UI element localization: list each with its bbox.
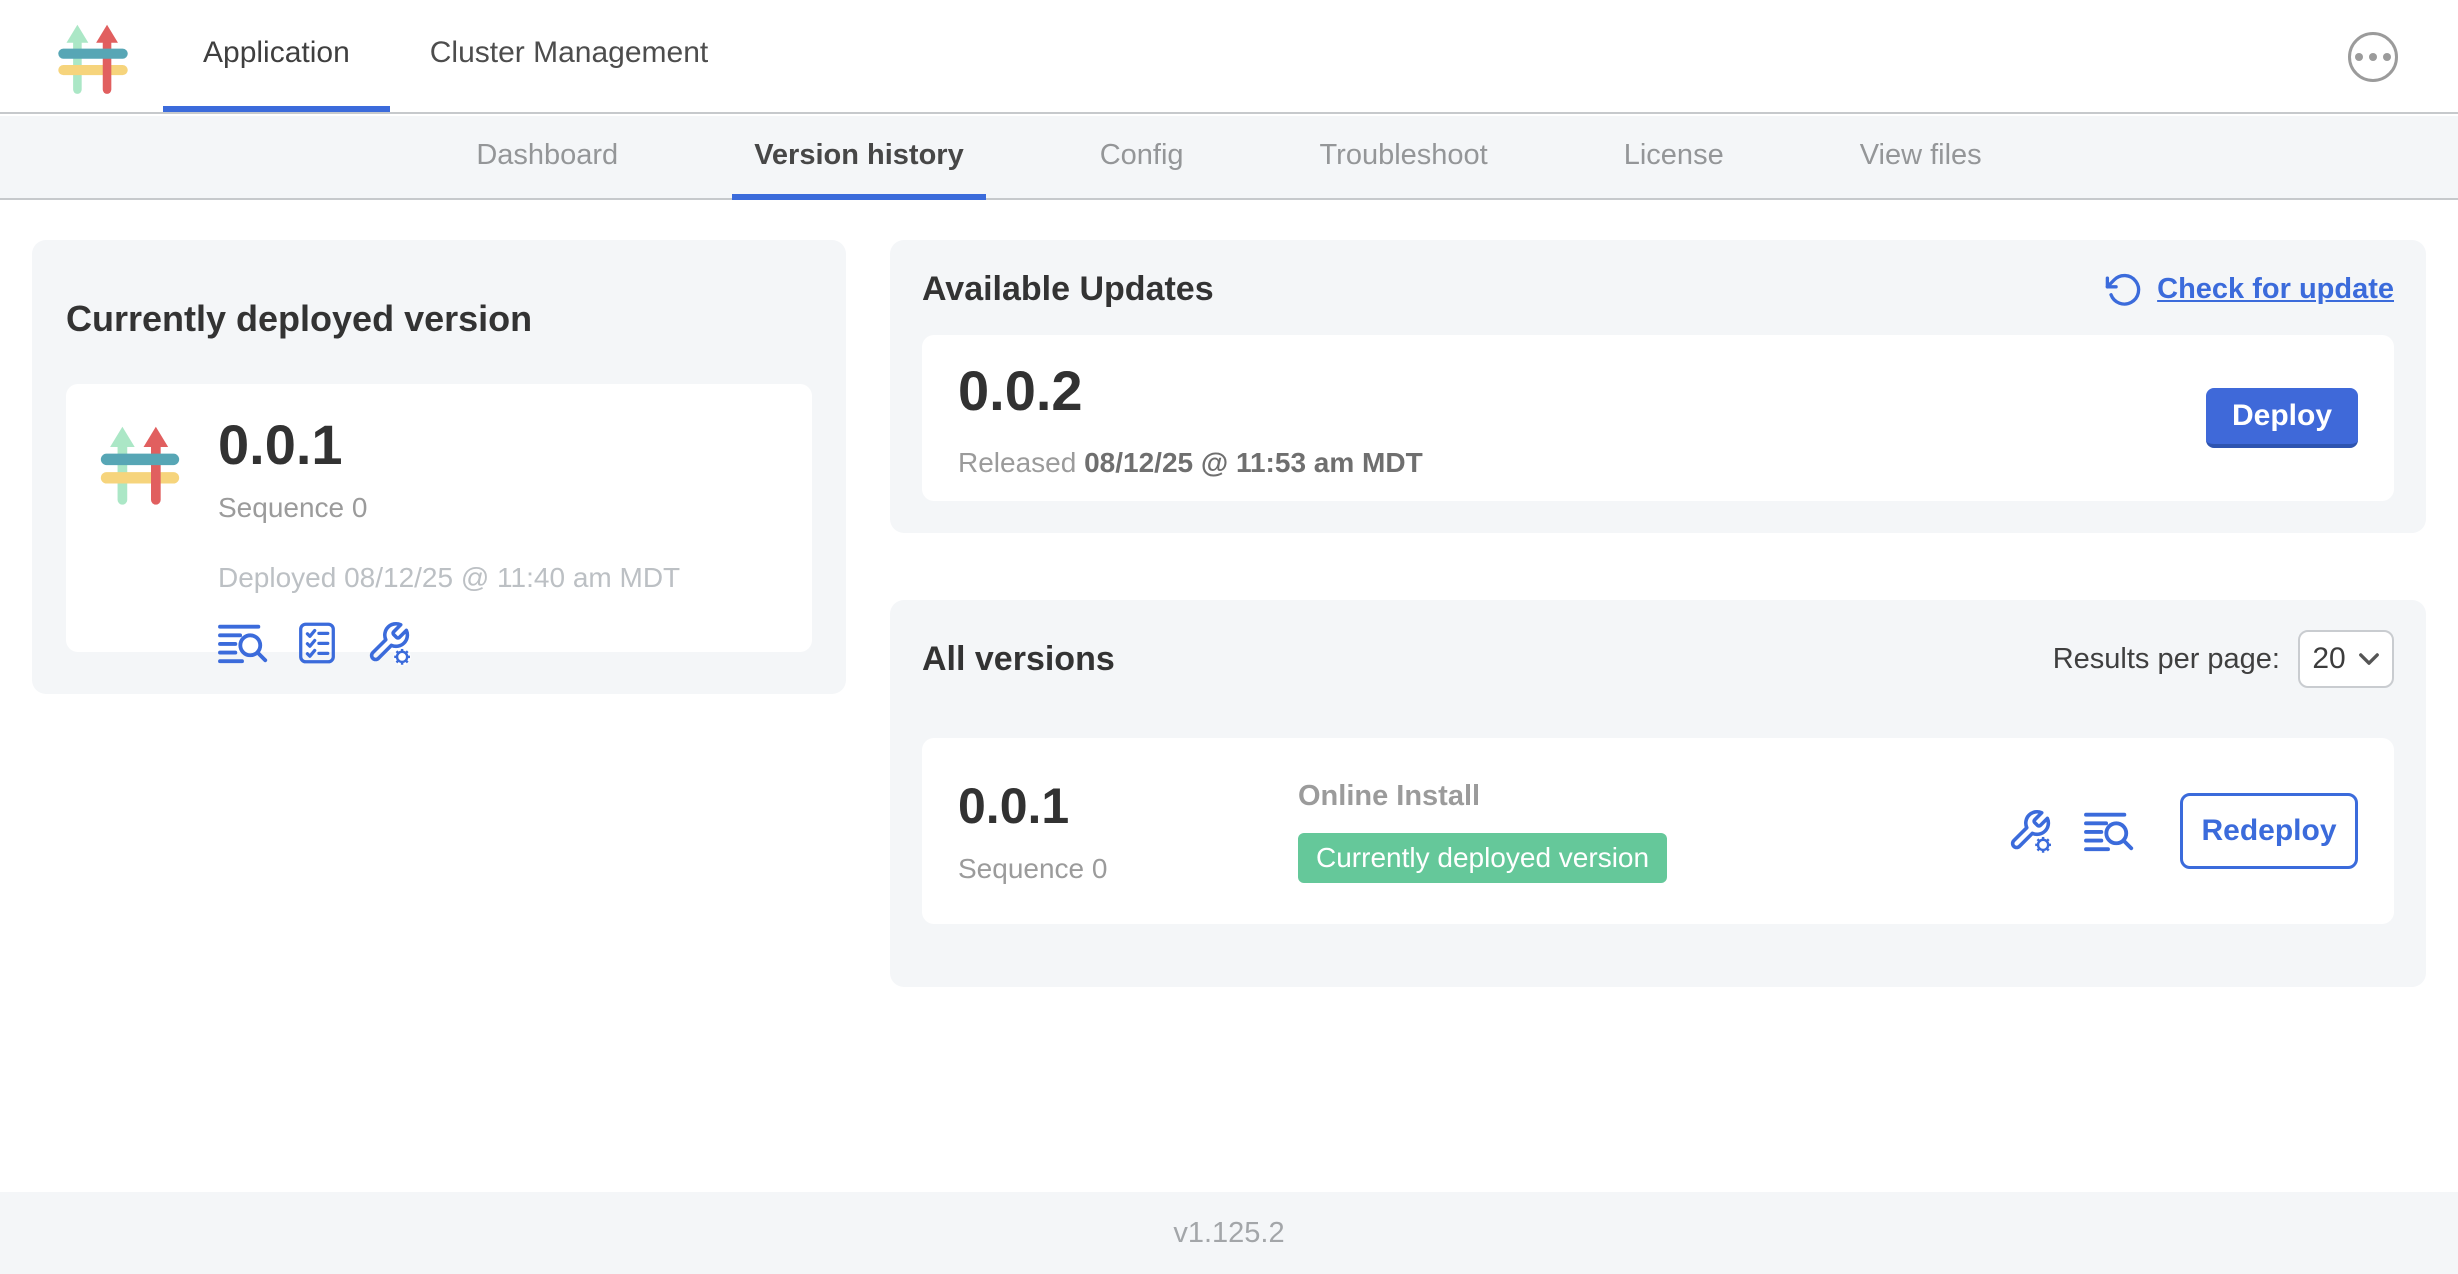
update-details: 0.0.2 Released 08/12/25 @ 11:53 am MDT [958,358,1423,479]
chevron-down-icon [2358,652,2380,667]
tab-config[interactable]: Config [1078,116,1206,200]
available-updates-panel: Available Updates Check for update 0.0.2… [890,240,2426,533]
app-logo-icon [54,17,132,95]
header-tabs: Application Cluster Management [163,0,748,114]
available-updates-header: Available Updates Check for update [922,270,2394,309]
results-per-page: Results per page: 20 [2053,630,2394,688]
tab-dashboard[interactable]: Dashboard [454,116,640,200]
view-logs-icon[interactable] [2084,808,2134,854]
top-header: Application Cluster Management [0,0,2458,114]
released-label: Released [958,447,1076,478]
overflow-menu-button[interactable] [2348,32,2398,82]
tab-license[interactable]: License [1602,116,1746,200]
check-for-update-link[interactable]: Check for update [2105,271,2394,309]
deployed-version-number: 0.0.1 [218,414,680,476]
row-version-number: 0.0.1 [958,777,1298,835]
currently-deployed-badge: Currently deployed version [1298,833,1667,883]
results-per-page-select[interactable]: 20 [2298,630,2394,688]
refresh-icon [2105,271,2143,309]
deployed-version-card: 0.0.1 Sequence 0 Deployed 08/12/25 @ 11:… [66,384,812,652]
row-sequence: Sequence 0 [958,853,1298,885]
tab-troubleshoot[interactable]: Troubleshoot [1298,116,1510,200]
ellipsis-dot [2355,53,2363,61]
app-logo-icon [96,418,184,506]
deployed-sequence: Sequence 0 [218,492,680,524]
tab-version-history[interactable]: Version history [732,116,986,200]
edit-config-icon[interactable] [2007,808,2054,855]
update-version-number: 0.0.2 [958,358,1423,423]
all-versions-header: All versions Results per page: 20 [922,630,2394,688]
check-for-update-label: Check for update [2157,273,2394,306]
deployed-panel-title: Currently deployed version [66,298,812,340]
version-row-actions: Redeploy [2007,793,2358,869]
preflight-checks-icon[interactable] [294,620,340,666]
deployed-version-details: 0.0.1 Sequence 0 Deployed 08/12/25 @ 11:… [218,414,680,652]
update-row: 0.0.2 Released 08/12/25 @ 11:53 am MDT D… [922,335,2394,501]
tab-view-files[interactable]: View files [1838,116,2004,200]
version-row-status: Online Install Currently deployed versio… [1298,780,1667,883]
all-versions-title: All versions [922,640,1115,679]
footer: v1.125.2 [0,1192,2458,1274]
deployed-timestamp: Deployed 08/12/25 @ 11:40 am MDT [218,562,680,594]
deploy-button[interactable]: Deploy [2206,388,2358,448]
currently-deployed-panel: Currently deployed version 0.0.1 Sequenc… [32,240,846,694]
console-version: v1.125.2 [1173,1217,1284,1250]
all-versions-panel: All versions Results per page: 20 0.0.1 … [890,600,2426,987]
version-row: 0.0.1 Sequence 0 Online Install Currentl… [922,738,2394,924]
results-per-page-label: Results per page: [2053,643,2280,676]
redeploy-button[interactable]: Redeploy [2180,793,2358,869]
released-date: 08/12/25 @ 11:53 am MDT [1084,447,1423,478]
version-row-info: 0.0.1 Sequence 0 [958,777,1298,885]
results-per-page-value: 20 [2312,642,2345,676]
view-logs-icon[interactable] [218,620,268,666]
update-released-timestamp: Released 08/12/25 @ 11:53 am MDT [958,447,1423,479]
install-type-label: Online Install [1298,780,1667,813]
kots-admin-console: Application Cluster Management Dashboard… [0,0,2458,1274]
tab-application[interactable]: Application [163,0,390,112]
available-updates-title: Available Updates [922,270,1214,309]
ellipsis-dot [2383,53,2391,61]
ellipsis-dot [2369,53,2377,61]
edit-config-icon[interactable] [366,620,413,667]
deployed-actions [218,620,680,667]
app-subnav: Dashboard Version history Config Trouble… [0,116,2458,200]
tab-cluster-management[interactable]: Cluster Management [390,0,748,112]
